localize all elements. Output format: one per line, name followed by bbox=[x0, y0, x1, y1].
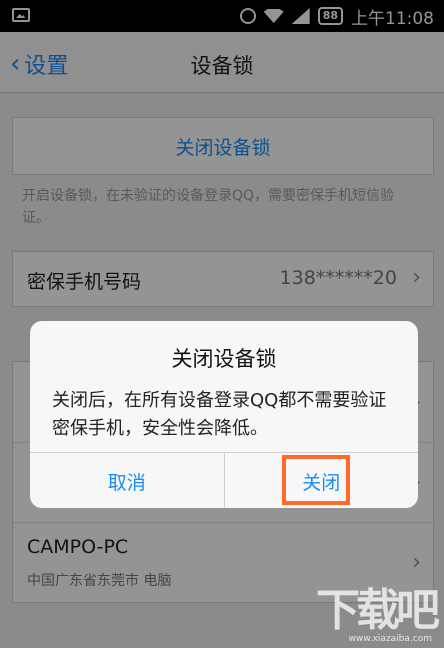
watermark-logo: 下载吧 bbox=[316, 585, 440, 636]
cancel-button[interactable]: 取消 bbox=[30, 453, 225, 508]
watermark-url: www.xiazaiba.com bbox=[348, 634, 432, 644]
highlight-box bbox=[282, 455, 350, 505]
dialog-message: 关闭后，在所有设备登录QQ都不需要验证密保手机，安全性会降低。 bbox=[52, 390, 387, 439]
dialog-buttons: 取消 关闭 bbox=[30, 452, 418, 508]
dialog-title: 关闭设备锁 bbox=[171, 347, 277, 371]
confirm-dialog: 关闭设备锁 关闭后，在所有设备登录QQ都不需要验证密保手机，安全性会降低。 取消… bbox=[30, 321, 418, 508]
